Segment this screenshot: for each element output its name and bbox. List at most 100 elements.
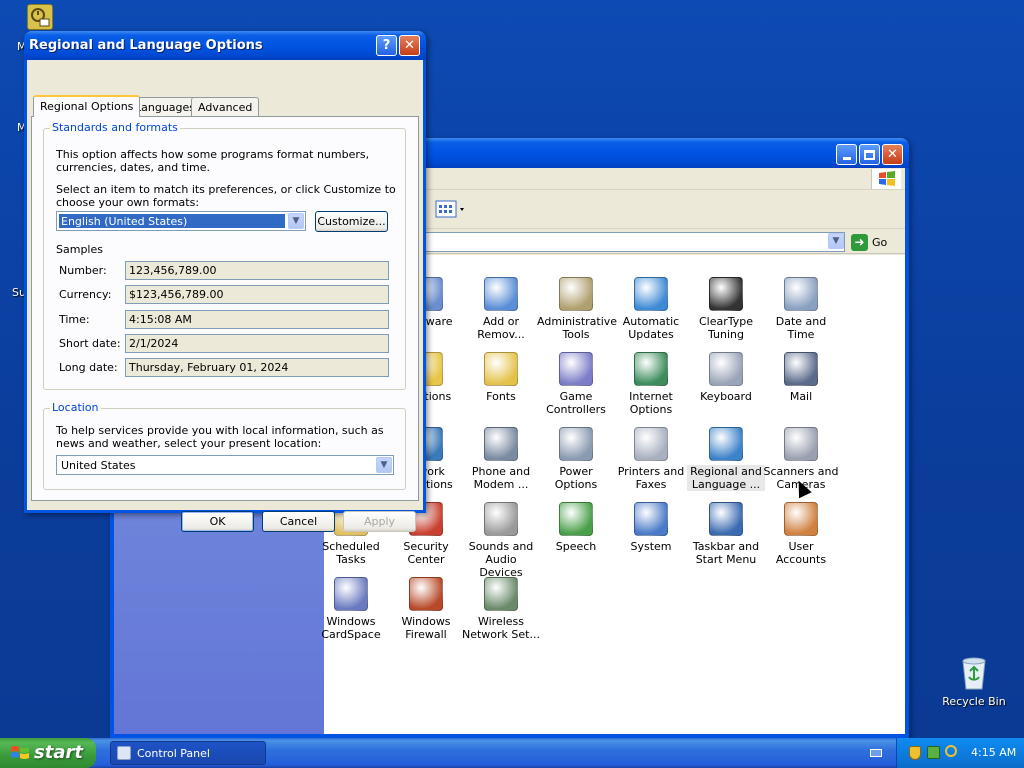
recycle-bin-icon (962, 657, 986, 690)
locale-select[interactable]: English (United States) ▼ (56, 211, 306, 231)
sample-currency-label: Currency: (59, 288, 112, 301)
control-panel-item[interactable]: Printers and Faxes (612, 427, 690, 491)
ok-button[interactable]: OK (181, 511, 254, 532)
select-instructions: Select an item to match its preferences,… (56, 183, 396, 209)
control-panel-item[interactable]: Automatic Updates (612, 277, 690, 341)
start-label: start (34, 742, 83, 763)
control-panel-item[interactable]: System (612, 502, 690, 553)
control-panel-icon (117, 746, 131, 760)
control-panel-item-label: Regional and (687, 465, 765, 478)
control-panel-item-label-line2: Audio Devices (479, 553, 523, 579)
address-dropdown[interactable]: ▼ (827, 232, 845, 252)
go-arrow-icon: ➜ (851, 233, 868, 251)
control-panel-item[interactable]: Fonts (462, 352, 540, 403)
control-panel-item[interactable]: Administrative Tools (537, 277, 617, 341)
control-panel-item[interactable]: Windows Firewall (387, 577, 465, 641)
control-panel-item-label: Printers and (617, 465, 685, 478)
sample-number-value: 123,456,789.00 (125, 261, 389, 280)
control-panel-item-label: Sounds and (468, 540, 534, 553)
control-panel-item-label: Power Options (554, 465, 598, 491)
add-remove-programs-icon (484, 277, 518, 311)
tab-advanced[interactable]: Advanced (191, 97, 260, 117)
control-panel-item[interactable]: Mail (762, 352, 840, 403)
standards-formats-title: Standards and formats (50, 121, 180, 134)
globe-icon (634, 352, 668, 386)
maximize-icon (864, 149, 875, 160)
customize-button[interactable]: Customize... (315, 211, 388, 232)
taskbar-item-control-panel[interactable]: Control Panel (110, 741, 266, 765)
minimize-button[interactable] (836, 144, 857, 165)
taskbar: start Control Panel 4:15 AM (0, 738, 1024, 768)
windows-logo-icon (871, 169, 901, 189)
search-icon[interactable] (945, 745, 957, 757)
control-panel-item-label: Fonts (486, 390, 516, 403)
location-select[interactable]: United States ▼ (56, 455, 394, 475)
locale-selected-value: English (United States) (59, 214, 285, 228)
windows-update-icon (634, 277, 668, 311)
control-panel-item-label-line2: Controllers (546, 403, 606, 416)
control-panel-item-label-line2: Tuning (707, 328, 744, 341)
control-panel-item-label: Date and Time (775, 315, 827, 341)
maximize-button[interactable] (859, 144, 880, 165)
recycle-bin[interactable]: Recycle Bin (940, 655, 1008, 708)
help-button[interactable]: ? (376, 35, 397, 56)
control-panel-item[interactable]: Game Controllers (537, 352, 615, 416)
control-panel-item[interactable]: Date and Time (762, 277, 840, 341)
control-panel-item-label: Phone and (471, 465, 531, 478)
sample-long-date-value: Thursday, February 01, 2024 (125, 358, 389, 377)
location-group: Location To help services provide you wi… (43, 401, 406, 490)
control-panel-item-label: Internet (629, 390, 673, 403)
system-icon (634, 502, 668, 536)
network-icon[interactable] (927, 746, 940, 759)
regional-globe-icon (709, 427, 743, 461)
control-panel-item[interactable]: Phone and Modem ... (462, 427, 540, 491)
control-panel-item-label: Scanners and (763, 465, 839, 478)
control-panel-item[interactable]: User Accounts (762, 502, 840, 566)
dialog-titlebar[interactable]: Regional and Language Options ? ✕ (24, 31, 426, 60)
dialog-close-button[interactable]: ✕ (399, 35, 420, 56)
control-panel-item[interactable]: Keyboard (687, 352, 765, 403)
windows-flag-icon (11, 746, 29, 759)
clock[interactable]: 4:15 AM (971, 746, 1016, 759)
regional-language-dialog: Regional and Language Options ? ✕ Region… (24, 31, 426, 532)
taskbar-icon (709, 502, 743, 536)
samples-label: Samples (56, 243, 103, 256)
control-panel-item[interactable]: Sounds and Audio Devices (462, 502, 540, 579)
control-panel-item[interactable]: Windows CardSpace (312, 577, 390, 641)
start-button[interactable]: start (0, 738, 96, 768)
control-panel-item-label: Speech (555, 540, 597, 553)
control-panel-item-label: Game (559, 390, 593, 403)
desktop-icon-partial[interactable] (27, 4, 53, 30)
control-panel-item[interactable]: Add or Remov... (462, 277, 540, 341)
firewall-icon (409, 577, 443, 611)
control-panel-item-label-line2: Start Menu (695, 553, 757, 566)
control-panel-item[interactable]: Power Options (537, 427, 615, 491)
views-button[interactable] (434, 198, 470, 222)
clock-icon (784, 277, 818, 311)
close-button[interactable]: ✕ (882, 144, 903, 165)
tab-regional-options[interactable]: Regional Options (33, 95, 141, 117)
control-panel-item-label: Windows (326, 615, 376, 628)
security-shield-icon[interactable] (909, 746, 921, 760)
control-panel-item-label-line2: CardSpace (321, 628, 381, 641)
apply-button[interactable]: Apply (343, 511, 416, 532)
control-panel-item[interactable]: ClearType Tuning (687, 277, 765, 341)
help-icon: ? (382, 38, 391, 53)
location-title: Location (50, 401, 101, 414)
control-panel-item[interactable]: Wireless Network Set... (462, 577, 540, 641)
control-panel-item[interactable]: Speech (537, 502, 615, 553)
regional-options-panel: Standards and formats This option affect… (31, 116, 419, 501)
control-panel-item[interactable]: Regional and Language ... (687, 427, 765, 491)
control-panel-item[interactable]: Internet Options (612, 352, 690, 416)
control-panel-item[interactable]: Taskbar and Start Menu (687, 502, 765, 566)
taskbar-item-label: Control Panel (137, 747, 210, 760)
keyboard-layout-icon[interactable] (870, 749, 882, 757)
cancel-button[interactable]: Cancel (262, 511, 335, 532)
go-button[interactable]: ➜ Go (851, 232, 899, 252)
control-panel-item-label: Wireless (477, 615, 525, 628)
control-panel-item-label-line2: Options (629, 403, 673, 416)
sample-time-label: Time: (59, 313, 90, 326)
printer-icon (634, 427, 668, 461)
control-panel-item-label: Keyboard (700, 390, 752, 403)
control-panel-item-label-line2: Center (407, 553, 445, 566)
